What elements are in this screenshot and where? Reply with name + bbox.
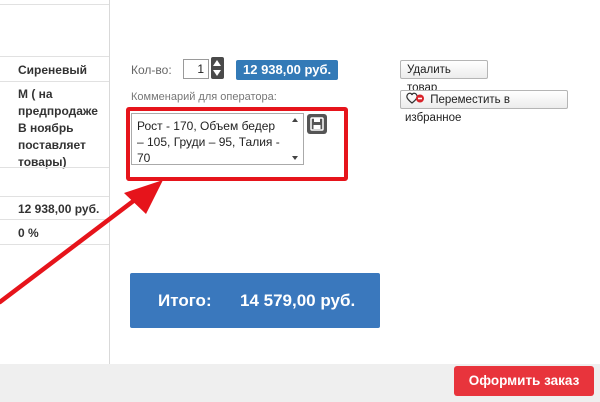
up-down-arrows-icon[interactable] xyxy=(211,57,224,79)
total-label: Итого: xyxy=(158,291,212,310)
size-line: В ноябрь xyxy=(18,121,74,135)
decrease-arrow-icon[interactable] xyxy=(213,70,221,76)
heart-icon xyxy=(406,92,424,104)
divider xyxy=(0,4,109,5)
total-value: 14 579,00 руб. xyxy=(240,291,356,310)
size-line: М ( на xyxy=(18,87,53,101)
quantity-input[interactable]: 1 xyxy=(183,59,209,79)
divider xyxy=(0,81,109,82)
quantity-value: 1 xyxy=(197,62,204,76)
size-value: М ( на предпродаже В ноябрь поставляет т… xyxy=(18,86,98,171)
divider xyxy=(0,56,109,57)
color-value: Сиреневый xyxy=(18,63,87,77)
annotation-highlight-frame xyxy=(126,107,348,181)
checkout-button[interactable]: Оформить заказ xyxy=(454,366,594,396)
size-line: поставляет xyxy=(18,138,86,152)
line-price-badge: 12 938,00 руб. xyxy=(236,60,339,80)
size-line: предпродаже xyxy=(18,104,98,118)
comment-label: Комменарий для оператора: xyxy=(131,91,277,103)
quantity-label: Кол-во: xyxy=(131,63,172,77)
increase-arrow-icon[interactable] xyxy=(213,60,221,66)
divider xyxy=(0,167,109,168)
move-to-favorites-button[interactable]: Переместить в избранное xyxy=(400,90,568,124)
size-line: товары) xyxy=(18,155,67,169)
order-total: Итого: 14 579,00 руб. xyxy=(130,273,380,328)
remove-item-button[interactable]: Удалить товар xyxy=(400,60,488,94)
